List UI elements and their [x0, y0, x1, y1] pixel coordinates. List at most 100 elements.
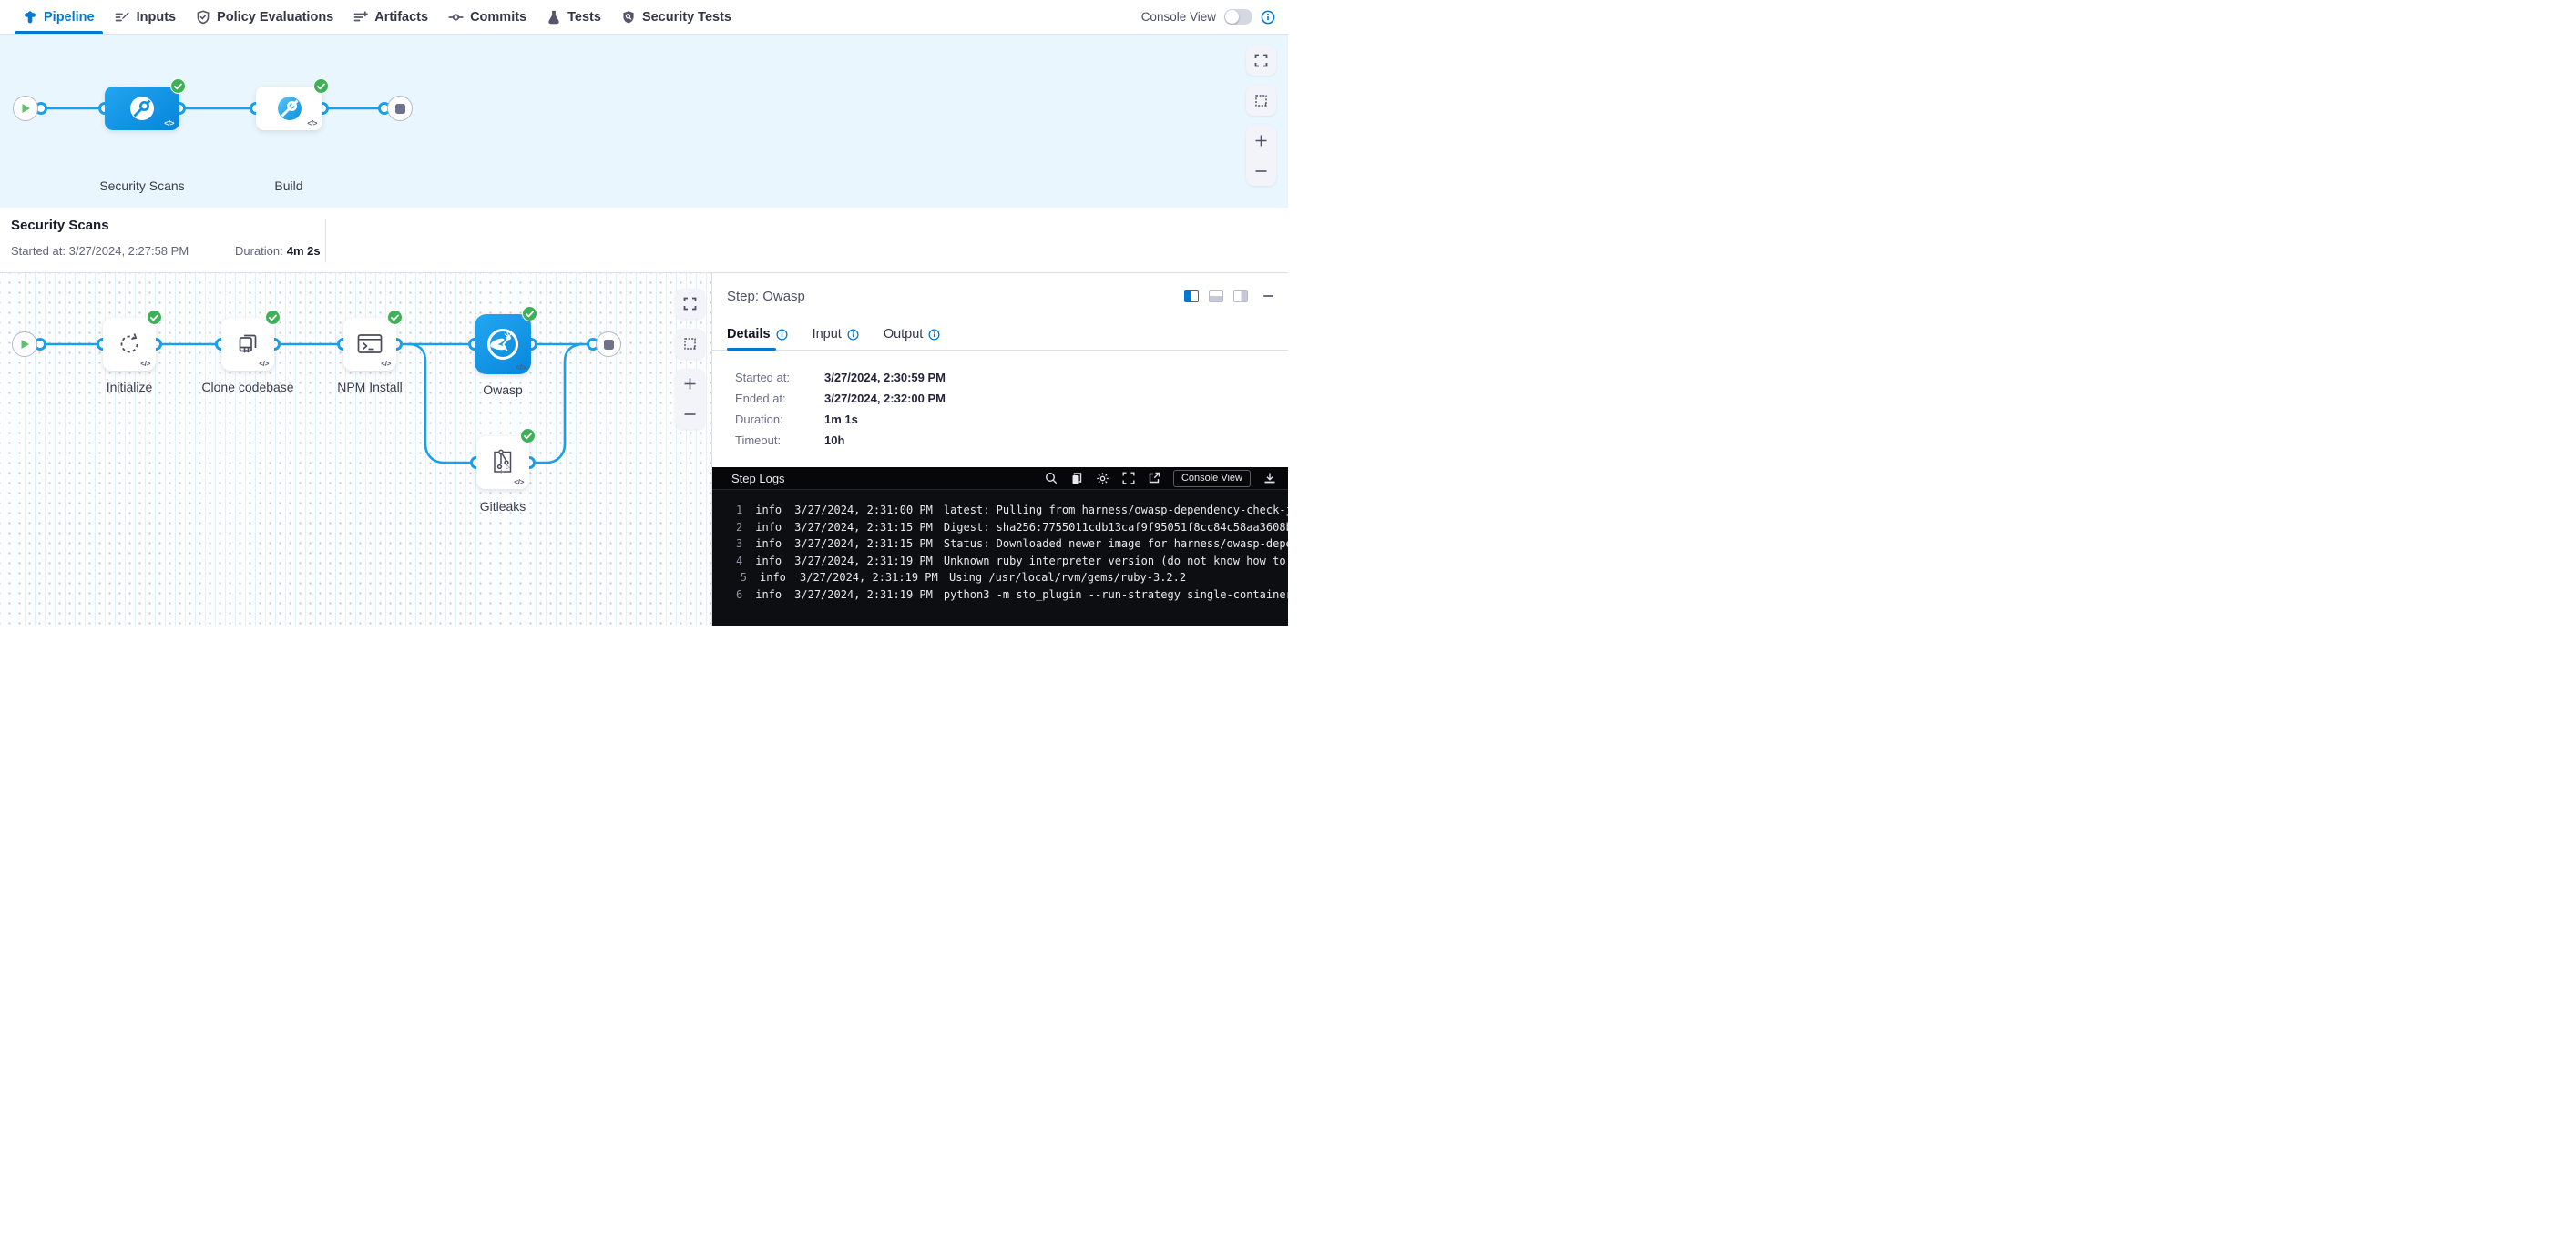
zoom-in-button[interactable] [675, 369, 705, 399]
zoom-controls [1246, 126, 1276, 186]
fullscreen-button[interactable] [675, 289, 705, 319]
policy-evaluations-icon [196, 10, 210, 25]
stage-canvas-controls [1246, 46, 1276, 186]
zoom-out-button[interactable] [1246, 156, 1276, 186]
step-label[interactable]: Owasp [483, 382, 523, 397]
fullscreen-button[interactable] [1246, 46, 1276, 76]
tab-pipeline[interactable]: Pipeline [13, 0, 105, 34]
stage-node-security-scans[interactable]: </> [105, 87, 179, 130]
info-icon[interactable] [1261, 10, 1275, 25]
layout-right-panel-icon[interactable] [1184, 290, 1199, 302]
step-logs: Step Logs Conso [712, 467, 1288, 626]
stage-connectors [0, 35, 1288, 208]
success-badge [170, 78, 186, 94]
tab-label: Artifacts [374, 10, 428, 25]
zoom-controls [675, 369, 705, 429]
copy-icon[interactable] [1070, 472, 1083, 485]
tab-label: Inputs [137, 10, 177, 25]
ci-stage-icon [127, 93, 158, 124]
stage-node-build[interactable]: </> [256, 87, 322, 130]
layout-bottom-panel-icon[interactable] [1209, 290, 1223, 302]
pipeline-icon [23, 10, 37, 25]
tab-policy-evaluations[interactable]: Policy Evaluations [186, 0, 343, 34]
download-icon[interactable] [1263, 472, 1276, 484]
stage-started-at: Started at: 3/27/2024, 2:27:58 PM [11, 244, 235, 258]
step-node-gitleaks[interactable]: </> [476, 436, 529, 489]
tab-label: Pipeline [44, 10, 95, 25]
console-view-toggle[interactable] [1224, 9, 1252, 25]
detail-row: Ended at: 3/27/2024, 2:32:00 PM [735, 388, 1288, 409]
info-icon [847, 329, 859, 341]
search-icon[interactable] [1045, 472, 1058, 484]
tab-label: Tests [567, 10, 601, 25]
step-node-clone-codebase[interactable]: </> [221, 318, 274, 371]
play-icon [20, 339, 30, 350]
tab-security-tests[interactable]: Security Tests [611, 0, 741, 34]
nav-tabs: Pipeline Inputs Policy Evaluations Artif… [13, 0, 741, 34]
zoom-in-button[interactable] [1246, 126, 1276, 156]
tab-tests[interactable]: Tests [537, 0, 611, 34]
expand-fullscreen-icon[interactable] [1122, 472, 1135, 484]
tab-artifacts[interactable]: Artifacts [343, 0, 438, 34]
tab-label: Commits [470, 10, 526, 25]
stage-pipeline-canvas[interactable]: </> Security Scans </> Build [0, 35, 1288, 208]
success-badge [147, 310, 162, 325]
console-view-button[interactable]: Console View [1173, 470, 1251, 487]
step-node-owasp[interactable]: </> [475, 314, 531, 374]
stage-summary-title: Security Scans [11, 218, 1288, 233]
step-detail-panel: Step: Owasp Details Input [712, 273, 1288, 626]
step-details: Started at: 3/27/2024, 2:30:59 PM Ended … [712, 351, 1288, 467]
play-icon [21, 103, 31, 114]
security-tests-icon [621, 10, 636, 25]
step-node-npm-install[interactable]: </> [343, 318, 396, 371]
layout-minimal-panel-icon[interactable] [1233, 290, 1248, 302]
step-label[interactable]: NPM Install [337, 380, 403, 394]
detail-row: Timeout: 10h [735, 430, 1288, 451]
zoom-out-button[interactable] [675, 399, 705, 429]
tab-output[interactable]: Output [884, 327, 941, 341]
collapse-panel-icon[interactable] [1263, 295, 1273, 298]
tab-label: Policy Evaluations [217, 10, 333, 25]
log-line: 3 info 3/27/2024, 2:31:15 PM Status: Dow… [736, 535, 1288, 553]
tab-inputs[interactable]: Inputs [105, 0, 187, 34]
marquee-select-button[interactable] [675, 329, 705, 359]
success-badge [522, 306, 537, 321]
tests-icon [547, 10, 561, 25]
marquee-select-button[interactable] [1246, 86, 1276, 116]
tab-details[interactable]: Details [727, 327, 788, 341]
settings-gear-icon[interactable] [1096, 472, 1109, 485]
pipeline-end-node[interactable] [387, 96, 413, 121]
step-label[interactable]: Gitleaks [480, 499, 526, 514]
log-line: 6 info 3/27/2024, 2:31:19 PM python3 -m … [736, 586, 1288, 604]
execution-graph-canvas[interactable]: </> Initialize </> Clone codeb [0, 273, 712, 626]
step-node-initialize[interactable]: </> [103, 318, 156, 371]
execution-end-node[interactable] [596, 331, 621, 357]
code-glyph: </> [307, 118, 317, 127]
divider [325, 219, 326, 262]
stop-icon [395, 104, 405, 114]
tab-input[interactable]: Input [813, 327, 859, 341]
tab-label: Security Tests [642, 10, 731, 25]
log-line: 4 info 3/27/2024, 2:31:19 PM Unknown rub… [736, 553, 1288, 570]
step-label[interactable]: Clone codebase [201, 380, 293, 394]
log-output[interactable]: 1 info 3/27/2024, 2:31:00 PM latest: Pul… [712, 490, 1288, 603]
open-external-icon[interactable] [1148, 472, 1160, 484]
tab-commits[interactable]: Commits [438, 0, 537, 34]
success-badge [387, 310, 403, 325]
stage-label[interactable]: Security Scans [99, 178, 184, 193]
detail-row: Started at: 3/27/2024, 2:30:59 PM [735, 367, 1288, 388]
stage-summary: Security Scans Started at: 3/27/2024, 2:… [0, 208, 1288, 273]
pipeline-start-node[interactable] [13, 96, 38, 121]
execution-start-node[interactable] [12, 331, 37, 357]
step-logs-title: Step Logs [731, 472, 785, 485]
stage-label[interactable]: Build [274, 178, 302, 193]
log-line: 2 info 3/27/2024, 2:31:15 PM Digest: sha… [736, 519, 1288, 536]
log-line: 1 info 3/27/2024, 2:31:00 PM latest: Pul… [736, 502, 1288, 519]
step-label[interactable]: Initialize [107, 380, 153, 394]
step-panel-tabs: Details Input Output [712, 319, 1288, 351]
ci-stage-icon [274, 93, 305, 124]
detail-row: Duration: 1m 1s [735, 409, 1288, 430]
log-line: 5 info 3/27/2024, 2:31:19 PM Using /usr/… [736, 569, 1288, 586]
owasp-icon [484, 325, 522, 363]
console-view-label: Console View [1141, 10, 1216, 24]
